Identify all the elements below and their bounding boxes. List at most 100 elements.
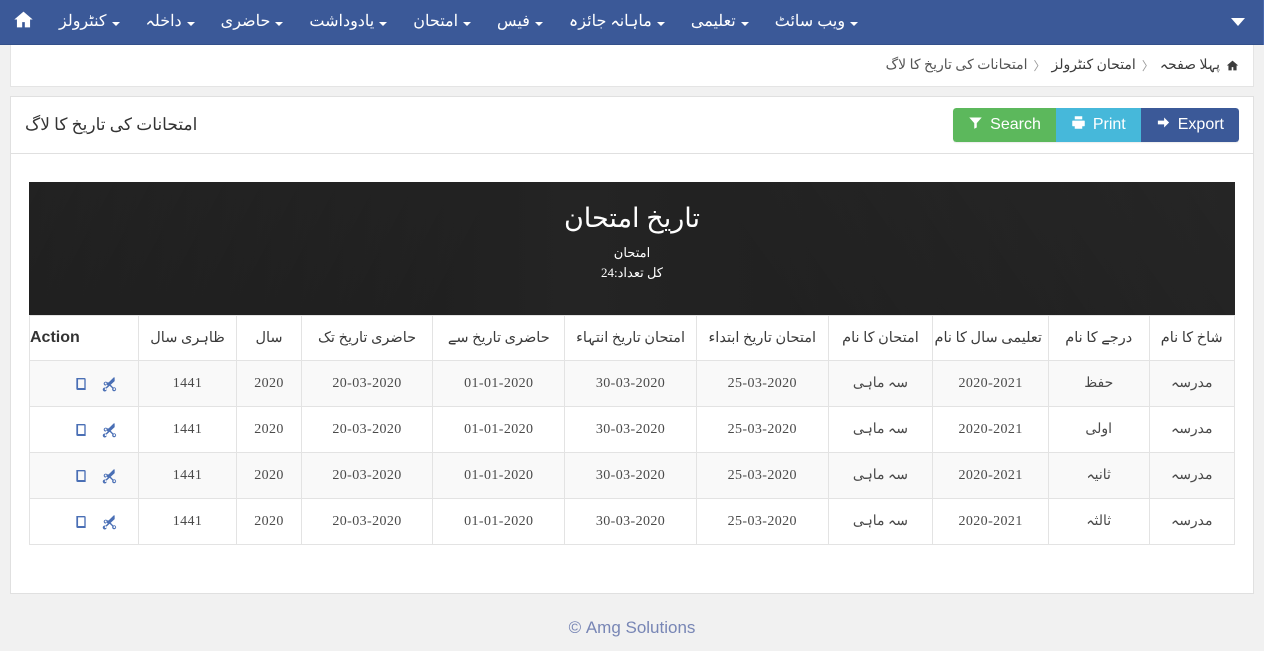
content-panel: تاریخ امتحان امتحان کل تعداد:24 شاخ کا ن… <box>10 154 1254 594</box>
table-row[interactable]: مدرسہ ثالثہ 2020-2021 سہ ماہی 25-03-2020 30-0… <box>29 498 1235 545</box>
nav-item-memo[interactable]: یادوداشت <box>296 0 400 45</box>
cell-branch-name: مدرسہ <box>1148 498 1235 545</box>
cell-year: 2020 <box>236 452 302 499</box>
cell-attendance-from: 01-01-2020 <box>432 452 566 499</box>
report-banner: تاریخ امتحان امتحان کل تعداد:24 <box>29 182 1235 315</box>
cell-action <box>29 498 139 545</box>
book-icon[interactable] <box>73 468 89 484</box>
report-title: تاریخ امتحان <box>563 203 701 233</box>
nav-item-label: ماہانہ جائزہ <box>568 13 652 30</box>
footer-text: Amg Solutions © <box>568 618 696 637</box>
breadcrumb-item-current: امتحانات کی تاریخ کا لاگ <box>885 58 1028 73</box>
cell-exam-end: 30-03-2020 <box>564 360 697 407</box>
sidebar-toggle[interactable] <box>1221 0 1264 45</box>
column-header-hijri-year[interactable]: ظاہری سال <box>137 315 238 361</box>
nav-item-label: امتحان <box>413 13 459 30</box>
column-header-exam-end[interactable]: امتحان تاریخ انتہاء <box>564 315 697 361</box>
cell-hijri-year: 1441 <box>137 452 238 499</box>
cell-exam-name: سہ ماہی <box>827 360 934 407</box>
nav-item-label: تعلیمی <box>690 13 736 30</box>
print-button[interactable]: Print <box>1055 108 1141 142</box>
report-total-count: کل تعداد:24 <box>600 265 663 281</box>
caret-down-icon <box>275 21 284 26</box>
table-row[interactable]: مدرسہ اولی 2020-2021 سہ ماہی 25-03-2020 30-03… <box>29 406 1235 453</box>
cell-grade-name: ثانیہ <box>1047 452 1150 499</box>
home-icon <box>13 9 34 35</box>
table-row[interactable]: مدرسہ ثانیہ 2020-2021 سہ ماہی 25-03-2020 30-0… <box>29 452 1235 499</box>
nav-home-button[interactable] <box>0 0 46 45</box>
table-scroll-area[interactable]: شاخ کا نام درجے کا نام تعلیمی سال کا نام… <box>29 315 1235 545</box>
cell-session-name: 2020-2021 <box>932 452 1049 499</box>
column-header-attendance-to[interactable]: حاضری تاریخ تک <box>300 315 434 361</box>
cell-exam-name: سہ ماہی <box>827 406 934 453</box>
nav-item-exam[interactable]: امتحان <box>400 0 484 45</box>
chevron-down-icon[interactable] <box>1231 18 1245 26</box>
scissors-icon[interactable] <box>102 422 118 438</box>
scissors-icon[interactable] <box>102 514 118 530</box>
table-body: مدرسہ حفظ 2020-2021 سہ ماہی 25-03-2020 30-03-… <box>29 360 1235 545</box>
table-header: شاخ کا نام درجے کا نام تعلیمی سال کا نام… <box>29 315 1235 361</box>
nav-item-admission[interactable]: داخلہ <box>133 0 208 45</box>
breadcrumb-item-home[interactable]: پہلا صفحہ <box>1160 57 1220 74</box>
breadcrumb-separator: 〈 <box>1141 59 1154 73</box>
scissors-icon[interactable] <box>102 376 118 392</box>
column-header-exam-start[interactable]: امتحان تاریخ ابتداء <box>695 315 829 361</box>
home-icon <box>1226 59 1239 72</box>
toolbar-button-group: Search Print Export <box>953 108 1239 142</box>
caret-down-icon <box>111 21 120 26</box>
breadcrumb-bar: پہلا صفحہ 〈 امتحان کنٹرولز 〈 امتحانات کی… <box>10 45 1254 87</box>
cell-exam-name: سہ ماہی <box>827 498 934 545</box>
export-button-label: Export <box>1177 116 1224 133</box>
column-header-action: Action <box>29 315 139 361</box>
cell-attendance-to: 20-03-2020 <box>300 498 434 545</box>
column-header-session-name[interactable]: تعلیمی سال کا نام <box>932 315 1049 361</box>
toolbar-panel: امتحانات کی تاریخ کا لاگ Search Print Ex… <box>10 96 1254 154</box>
cell-year: 2020 <box>236 406 302 453</box>
navbar-menu: ویب سائٹ تعلیمی ماہانہ جائزہ فیس امتحان … <box>46 0 871 45</box>
cell-attendance-to: 20-03-2020 <box>300 452 434 499</box>
nav-item-attendance[interactable]: حاضری <box>208 0 297 45</box>
cell-action <box>29 360 139 407</box>
export-button[interactable]: Export <box>1140 108 1239 142</box>
column-header-branch-name[interactable]: شاخ کا نام <box>1148 315 1235 361</box>
column-header-attendance-from[interactable]: حاضری تاریخ سے <box>432 315 566 361</box>
page-wrapper: پہلا صفحہ 〈 امتحان کنٹرولز 〈 امتحانات کی… <box>0 45 1264 594</box>
caret-down-icon <box>463 21 472 26</box>
arrow-right-icon <box>1156 115 1171 135</box>
row-action-icons <box>36 422 132 438</box>
table-header-row: شاخ کا نام درجے کا نام تعلیمی سال کا نام… <box>29 315 1235 361</box>
nav-item-controls[interactable]: کنٹرولز <box>46 0 133 45</box>
cell-exam-start: 25-03-2020 <box>695 360 829 407</box>
column-header-year[interactable]: سال <box>236 315 302 361</box>
filter-icon <box>968 115 983 135</box>
cell-session-name: 2020-2021 <box>932 360 1049 407</box>
cell-exam-start: 25-03-2020 <box>695 406 829 453</box>
cell-attendance-to: 20-03-2020 <box>300 360 434 407</box>
nav-item-fees[interactable]: فیس <box>484 0 556 45</box>
caret-down-icon <box>534 21 543 26</box>
nav-item-label: فیس <box>497 13 530 30</box>
table-row[interactable]: مدرسہ حفظ 2020-2021 سہ ماہی 25-03-2020 30-03-… <box>29 360 1235 407</box>
cell-session-name: 2020-2021 <box>932 498 1049 545</box>
column-header-exam-name[interactable]: امتحان کا نام <box>827 315 934 361</box>
nav-item-academic[interactable]: تعلیمی <box>678 0 762 45</box>
book-icon[interactable] <box>73 376 89 392</box>
nav-item-label: داخلہ <box>145 13 182 30</box>
breadcrumb-item-exam-controls[interactable]: امتحان کنٹرولز <box>1052 57 1136 74</box>
scissors-icon[interactable] <box>102 468 118 484</box>
caret-down-icon <box>850 21 859 26</box>
caret-down-icon <box>740 21 749 26</box>
page-title: امتحانات کی تاریخ کا لاگ <box>25 115 198 134</box>
cell-session-name: 2020-2021 <box>932 406 1049 453</box>
book-icon[interactable] <box>73 514 89 530</box>
nav-item-label: کنٹرولز <box>59 13 107 30</box>
column-header-grade-name[interactable]: درجے کا نام <box>1047 315 1150 361</box>
print-button-label: Print <box>1092 116 1126 133</box>
row-action-icons <box>36 514 132 530</box>
caret-down-icon <box>186 21 195 26</box>
search-button[interactable]: Search <box>953 108 1056 142</box>
nav-item-website[interactable]: ویب سائٹ <box>762 0 871 45</box>
book-icon[interactable] <box>73 422 89 438</box>
exam-date-log-table: شاخ کا نام درجے کا نام تعلیمی سال کا نام… <box>29 315 1235 545</box>
nav-item-monthly-review[interactable]: ماہانہ جائزہ <box>556 0 678 45</box>
